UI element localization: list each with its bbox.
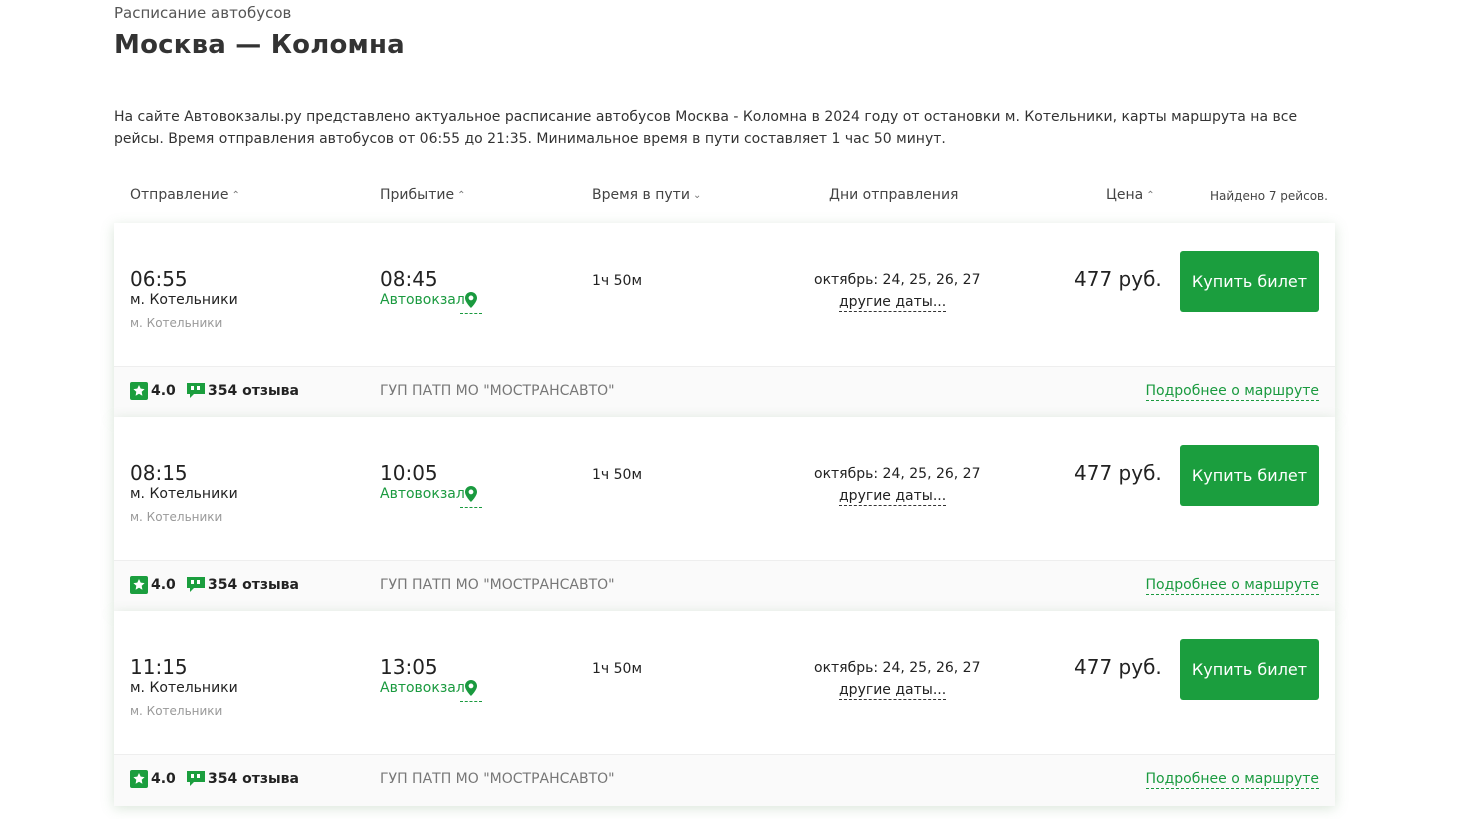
carrier-name: ГУП ПАТП МО "МОСТРАНСАВТО" <box>380 577 615 593</box>
sort-departure[interactable]: Отправление ⌃ <box>130 187 240 203</box>
sort-arrival[interactable]: Прибытие ⌃ <box>380 187 465 203</box>
reviews-link[interactable]: 354 отзыва <box>186 576 299 594</box>
departure-time: 06:55 <box>130 267 188 291</box>
arrival-time: 13:05 <box>380 655 438 679</box>
departure-station: м. Котельники <box>130 680 238 696</box>
table-header: Отправление ⌃ Прибытие ⌃ Время в пути ⌄ Дни… <box>114 183 1335 207</box>
breadcrumb[interactable]: Расписание автобусов <box>114 4 291 22</box>
buy-ticket-button[interactable]: Купить билет <box>1180 445 1319 506</box>
sort-down-icon: ⌄ <box>692 190 702 201</box>
found-count: Найдено 7 рейсов. <box>1210 189 1328 203</box>
carrier-name: ГУП ПАТП МО "МОСТРАНСАВТО" <box>380 383 615 399</box>
departure-stop: м. Котельники <box>130 704 223 718</box>
travel-duration: 1ч 50м <box>592 467 643 483</box>
route-details-link[interactable]: Подробнее о маршруте <box>1145 577 1319 595</box>
departure-days: октябрь: 24, 25, 26, 27 <box>814 272 981 288</box>
travel-duration: 1ч 50м <box>592 273 643 289</box>
trip-footer: 4.0 354 отзыва ГУП ПАТП МО "МОСТРАНСАВТО… <box>114 366 1335 418</box>
departure-station: м. Котельники <box>130 486 238 502</box>
rating: 4.0 <box>130 770 176 788</box>
other-dates-link[interactable]: другие даты... <box>839 488 947 506</box>
reviews-link[interactable]: 354 отзыва <box>186 770 299 788</box>
sort-up-icon: ⌃ <box>457 190 466 201</box>
departure-days: октябрь: 24, 25, 26, 27 <box>814 466 981 482</box>
departure-days: октябрь: 24, 25, 26, 27 <box>814 660 981 676</box>
header-days: Дни отправления <box>829 187 959 203</box>
departure-stop: м. Котельники <box>130 316 223 330</box>
comment-icon <box>187 771 205 786</box>
rating: 4.0 <box>130 382 176 400</box>
sort-price[interactable]: Цена ⌃ <box>1106 187 1155 203</box>
arrival-station[interactable]: Автовокзал <box>380 292 465 308</box>
sort-up-icon: ⌃ <box>1146 190 1155 201</box>
trip-card: 11:15 м. Котельники м. Котельники 13:05 … <box>114 611 1335 806</box>
ticket-price: 477 руб. <box>1074 267 1162 291</box>
trip-card: 06:55 м. Котельники м. Котельники 08:45 … <box>114 223 1335 418</box>
map-pin-icon[interactable] <box>460 291 482 314</box>
intro-text: На сайте Автовокзалы.ру представлено акт… <box>114 109 1298 147</box>
star-icon <box>130 382 148 400</box>
other-dates-link[interactable]: другие даты... <box>839 682 947 700</box>
star-icon <box>130 576 148 594</box>
arrival-station[interactable]: Автовокзал <box>380 486 465 502</box>
trip-footer: 4.0 354 отзыва ГУП ПАТП МО "МОСТРАНСАВТО… <box>114 754 1335 806</box>
rating: 4.0 <box>130 576 176 594</box>
departure-station: м. Котельники <box>130 292 238 308</box>
map-pin-icon[interactable] <box>460 485 482 508</box>
star-icon <box>130 770 148 788</box>
map-pin-icon[interactable] <box>460 679 482 702</box>
sort-duration[interactable]: Время в пути ⌄ <box>592 187 701 203</box>
route-details-link[interactable]: Подробнее о маршруте <box>1145 771 1319 789</box>
arrival-time: 10:05 <box>380 461 438 485</box>
ticket-price: 477 руб. <box>1074 655 1162 679</box>
arrival-time: 08:45 <box>380 267 438 291</box>
sort-up-icon: ⌃ <box>231 190 240 201</box>
ticket-price: 477 руб. <box>1074 461 1162 485</box>
buy-ticket-button[interactable]: Купить билет <box>1180 251 1319 312</box>
departure-stop: м. Котельники <box>130 510 223 524</box>
reviews-link[interactable]: 354 отзыва <box>186 382 299 400</box>
buy-ticket-button[interactable]: Купить билет <box>1180 639 1319 700</box>
comment-icon <box>187 383 205 398</box>
carrier-name: ГУП ПАТП МО "МОСТРАНСАВТО" <box>380 771 615 787</box>
route-details-link[interactable]: Подробнее о маршруте <box>1145 383 1319 401</box>
departure-time: 11:15 <box>130 655 188 679</box>
trip-footer: 4.0 354 отзыва ГУП ПАТП МО "МОСТРАНСАВТО… <box>114 560 1335 612</box>
comment-icon <box>187 577 205 592</box>
arrival-station[interactable]: Автовокзал <box>380 680 465 696</box>
travel-duration: 1ч 50м <box>592 661 643 677</box>
trip-card: 08:15 м. Котельники м. Котельники 10:05 … <box>114 417 1335 612</box>
other-dates-link[interactable]: другие даты... <box>839 294 947 312</box>
page-title: Москва — Коломна <box>114 30 405 60</box>
departure-time: 08:15 <box>130 461 188 485</box>
